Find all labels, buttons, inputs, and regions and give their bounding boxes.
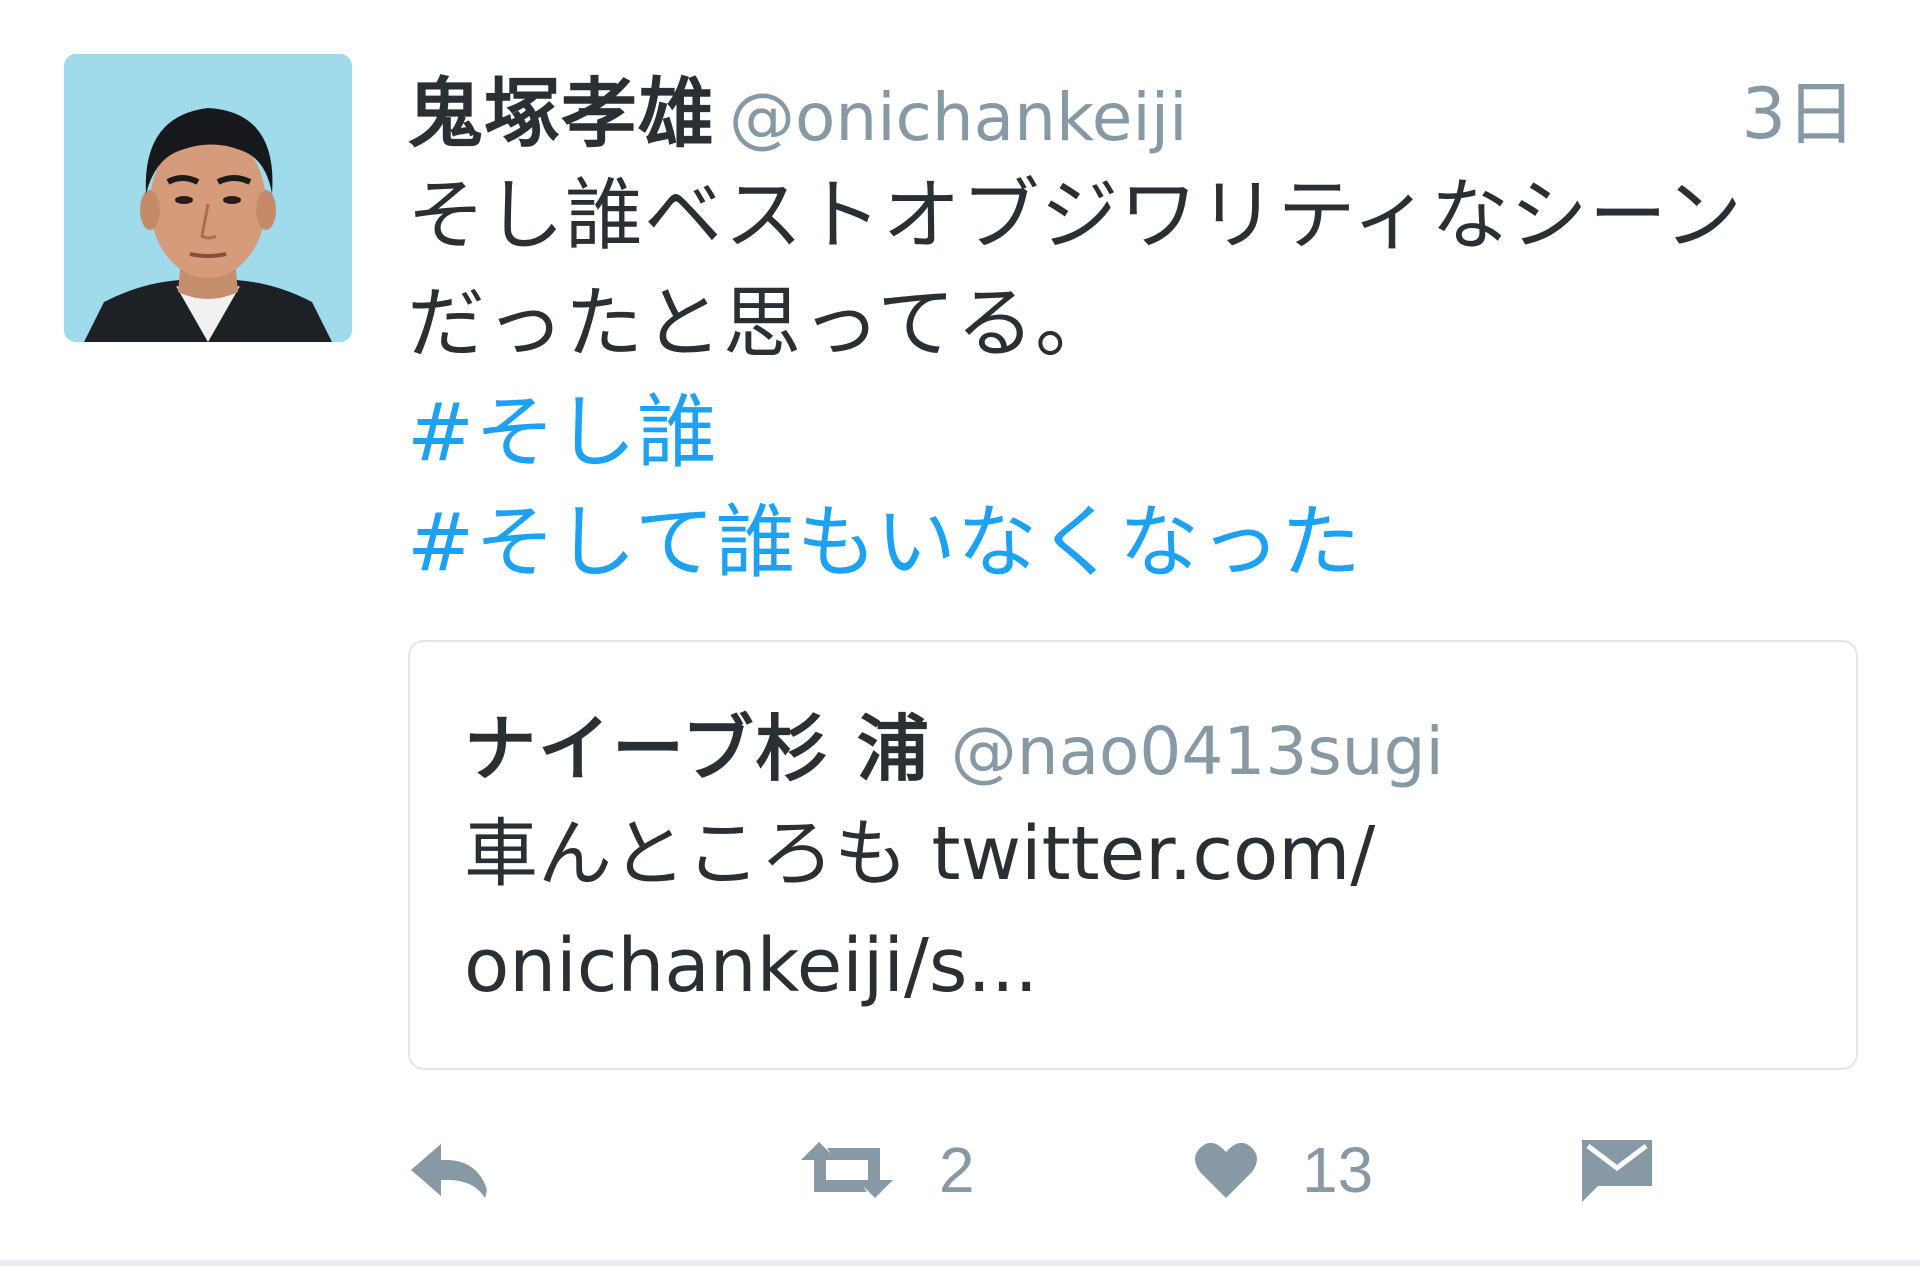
- reply-button[interactable]: [407, 1130, 491, 1210]
- quoted-tweet-header: ナイーブ杉 浦 @nao0413sugi: [464, 690, 1444, 795]
- tweet-timestamp[interactable]: 3日: [1741, 58, 1856, 159]
- hashtag-link[interactable]: #そして誰もいなくなった: [407, 488, 1877, 598]
- author-display-name[interactable]: 鬼塚孝雄: [407, 69, 715, 158]
- retweet-button[interactable]: 2: [797, 1130, 975, 1210]
- like-button[interactable]: 13: [1192, 1130, 1373, 1210]
- tweet-text-line: だったと思ってる。: [407, 279, 1115, 369]
- quoted-tweet-card[interactable]: ナイーブ杉 浦 @nao0413sugi 車んところも twitter.com/ …: [408, 640, 1858, 1070]
- avatar[interactable]: [64, 54, 352, 342]
- tweet-text: そし誰ベストオブジワリティなシーン だったと思ってる。 #そし誰 #そして誰もい…: [407, 162, 1877, 598]
- quoted-tweet-text: 車んところも twitter.com/ onichankeiji/s...: [464, 798, 1804, 1022]
- heart-icon: [1195, 1142, 1257, 1198]
- quoted-author-display-name: ナイーブ杉 浦: [464, 707, 931, 791]
- hashtag-link[interactable]: #そし誰: [407, 378, 1877, 488]
- direct-message-button[interactable]: [1580, 1130, 1654, 1210]
- tweet-actions: 2 13: [407, 1130, 1857, 1210]
- tweet-text-line: そし誰ベストオブジワリティなシーン: [407, 171, 1743, 261]
- tweet-header: 鬼塚孝雄 @onichankeiji: [407, 52, 1187, 158]
- retweet-count: 2: [939, 1134, 975, 1206]
- retweet-icon: [801, 1142, 893, 1198]
- reply-icon: [411, 1144, 487, 1198]
- like-count: 13: [1302, 1134, 1374, 1206]
- quoted-author-screen-name: @nao0413sugi: [950, 713, 1444, 790]
- envelope-icon: [1582, 1140, 1652, 1202]
- author-screen-name[interactable]: @onichankeiji: [729, 79, 1187, 156]
- avatar-photo: [64, 54, 352, 342]
- quoted-text-line: 車んところも twitter.com/: [464, 811, 1376, 897]
- tweet-card[interactable]: 鬼塚孝雄 @onichankeiji 3日 そし誰ベストオブジワリティなシーン だ…: [0, 0, 1920, 1260]
- divider: [0, 1260, 1920, 1266]
- quoted-text-line: onichankeiji/s...: [464, 923, 1039, 1009]
